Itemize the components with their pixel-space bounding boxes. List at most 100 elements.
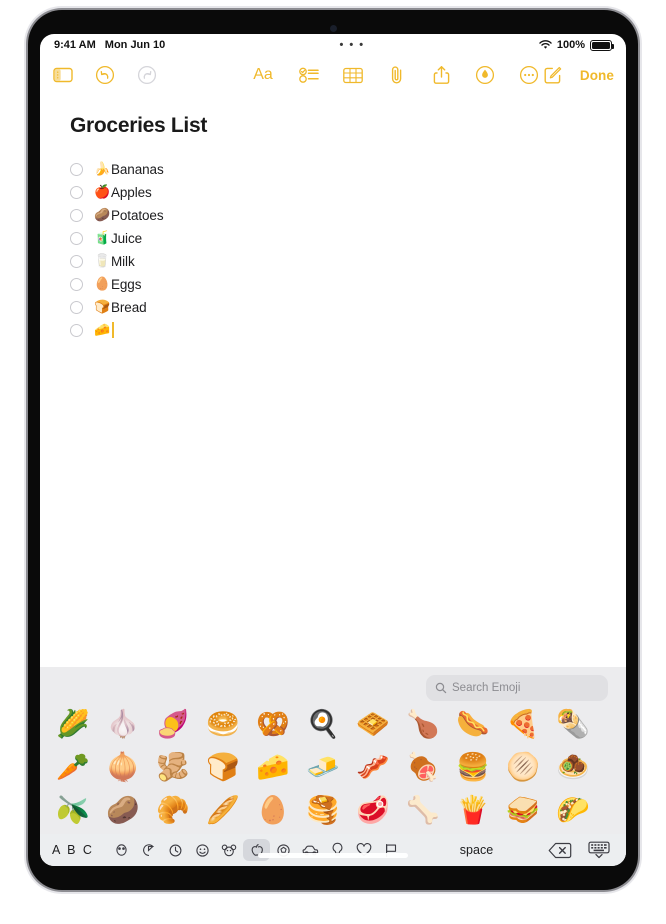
markup-pen-icon[interactable] xyxy=(474,64,496,86)
checklist-checkbox[interactable] xyxy=(70,208,83,222)
redo-icon xyxy=(136,64,158,86)
checklist-item[interactable]: 🧃 Juice xyxy=(70,229,596,247)
emoji-key[interactable]: 🥚 xyxy=(248,789,298,832)
share-icon[interactable] xyxy=(430,64,452,86)
emoji-key[interactable]: 🥨 xyxy=(248,703,298,746)
emoji-key[interactable]: 🍳 xyxy=(298,703,348,746)
done-button[interactable]: Done xyxy=(580,68,614,83)
checklist-checkbox[interactable] xyxy=(70,162,83,176)
potato-emoji: 🥔 xyxy=(94,207,111,222)
category-smileys[interactable] xyxy=(189,839,216,861)
category-recents[interactable] xyxy=(135,839,162,861)
checklist-item[interactable]: 🍌 Bananas xyxy=(70,160,596,178)
emoji-key[interactable]: 🫓 xyxy=(498,746,548,789)
checklist-item-label: Milk xyxy=(111,253,135,269)
emoji-key[interactable]: 🍠 xyxy=(148,703,198,746)
note-body[interactable]: Groceries List 🍌 Bananas 🍎 Apples 🥔 Potatoes 🧃… xyxy=(40,94,626,667)
emoji-key[interactable]: 🌯 xyxy=(548,703,598,746)
emoji-key[interactable]: 🦴 xyxy=(398,789,448,832)
checklist-item[interactable]: 🥔 Potatoes xyxy=(70,206,596,224)
space-key[interactable]: space xyxy=(405,843,548,857)
compose-icon[interactable] xyxy=(542,64,564,86)
checklist-checkbox[interactable] xyxy=(70,300,83,314)
emoji-key[interactable]: 🍖 xyxy=(398,746,448,789)
checklist-checkbox[interactable] xyxy=(70,323,83,337)
checklist-item-label: Bananas xyxy=(111,161,164,177)
checklist-checkbox[interactable] xyxy=(70,231,83,245)
emoji-key[interactable]: 🫒 xyxy=(48,789,98,832)
cheese-wedge-emoji: 🧀 xyxy=(94,322,111,337)
checklist-item-label: Apples xyxy=(111,184,152,200)
more-ellipsis-icon[interactable] xyxy=(518,64,540,86)
checklist: 🍌 Bananas 🍎 Apples 🥔 Potatoes 🧃 Juice 🥛 Milk 🥚 Eggs… xyxy=(70,160,596,339)
checklist-item[interactable]: 🧀 xyxy=(70,321,596,339)
emoji-key[interactable]: 🍕 xyxy=(498,703,548,746)
checklist-item[interactable]: 🥚 Eggs xyxy=(70,275,596,293)
emoji-grid[interactable]: 🌽 🧄 🍠 🥯 🥨 🍳 🧇 🍗 🌭 🍕 🌯 🥕 🧅 🫚 🍞 🧀 🧈 🥓 🍖 🍔 🫓 🧆 🫒 🥔 🥐 🥖 🥚 🥞 🥩 🦴 🍟 🥪 🌮 xyxy=(40,703,626,834)
emoji-key[interactable]: 🥞 xyxy=(298,789,348,832)
emoji-key[interactable]: 🥪 xyxy=(498,789,548,832)
note-toolbar: Aa Done xyxy=(40,56,626,94)
emoji-key[interactable]: 🫚 xyxy=(148,746,198,789)
table-icon[interactable] xyxy=(342,64,364,86)
sidebar-toggle-icon[interactable] xyxy=(52,64,74,86)
emoji-key[interactable]: 🧅 xyxy=(98,746,148,789)
emoji-key[interactable]: 🧇 xyxy=(348,703,398,746)
front-camera xyxy=(329,25,337,32)
battery-icon xyxy=(590,39,614,51)
emoji-key[interactable]: 🥓 xyxy=(348,746,398,789)
status-center-dots: • • • xyxy=(339,39,365,51)
emoji-key[interactable]: 🍗 xyxy=(398,703,448,746)
emoji-search-row: Search Emoji xyxy=(40,667,626,703)
emoji-key[interactable]: 🧈 xyxy=(298,746,348,789)
emoji-key[interactable]: 🌽 xyxy=(48,703,98,746)
emoji-key[interactable]: 🌭 xyxy=(448,703,498,746)
device-bezel: 9:41 AM Mon Jun 10 • • • 100% Aa Done Gr… xyxy=(28,10,638,890)
keyboard-dismiss-icon[interactable] xyxy=(588,841,610,859)
note-title[interactable]: Groceries List xyxy=(70,114,596,138)
status-bar: 9:41 AM Mon Jun 10 • • • 100% xyxy=(40,34,626,56)
checklist-item-label: Juice xyxy=(111,230,143,246)
checklist-item[interactable]: 🍎 Apples xyxy=(70,183,596,201)
emoji-key[interactable]: 🍞 xyxy=(198,746,248,789)
emoji-search-input[interactable]: Search Emoji xyxy=(426,675,608,701)
screen: 9:41 AM Mon Jun 10 • • • 100% Aa Done Gr… xyxy=(40,34,626,866)
checklist-icon[interactable] xyxy=(298,64,320,86)
checklist-item-label: Bread xyxy=(111,299,147,315)
checklist-item-label: Eggs xyxy=(111,276,142,292)
emoji-row: 🌽 🧄 🍠 🥯 🥨 🍳 🧇 🍗 🌭 🍕 🌯 xyxy=(48,703,618,746)
checklist-item[interactable]: 🥛 Milk xyxy=(70,252,596,270)
banana-emoji: 🍌 xyxy=(94,161,111,176)
emoji-key[interactable]: 🍔 xyxy=(448,746,498,789)
abc-key[interactable]: A B C xyxy=(50,843,94,857)
emoji-key[interactable]: 🌮 xyxy=(548,789,598,832)
emoji-key[interactable]: 🧀 xyxy=(248,746,298,789)
emoji-key[interactable]: 🥐 xyxy=(148,789,198,832)
red-apple-emoji: 🍎 xyxy=(94,184,111,199)
emoji-key[interactable]: 🧆 xyxy=(548,746,598,789)
bread-emoji: 🍞 xyxy=(94,299,111,314)
emoji-key[interactable]: 🧄 xyxy=(98,703,148,746)
category-animals[interactable] xyxy=(216,839,243,861)
checklist-checkbox[interactable] xyxy=(70,185,83,199)
emoji-key[interactable]: 🥯 xyxy=(198,703,248,746)
emoji-key[interactable]: 🍟 xyxy=(448,789,498,832)
emoji-key[interactable]: 🥕 xyxy=(48,746,98,789)
paperclip-icon[interactable] xyxy=(386,64,408,86)
emoji-row: 🥕 🧅 🫚 🍞 🧀 🧈 🥓 🍖 🍔 🫓 🧆 xyxy=(48,746,618,789)
checklist-checkbox[interactable] xyxy=(70,254,83,268)
text-format-button[interactable]: Aa xyxy=(250,64,276,86)
category-frequently-used[interactable] xyxy=(108,839,135,861)
battery-percent: 100% xyxy=(556,39,585,51)
category-clock[interactable] xyxy=(162,839,189,861)
emoji-keyboard: Search Emoji 🌽 🧄 🍠 🥯 🥨 🍳 🧇 🍗 🌭 🍕 🌯 🥕 🧅 🫚 🍞 🧀 🧈 🥓 🍖 🍔 🫓 🧆 🫒 🥔 🥐 🥖 🥚… xyxy=(40,667,626,866)
delete-backspace-icon[interactable] xyxy=(548,842,572,859)
emoji-key[interactable]: 🥔 xyxy=(98,789,148,832)
emoji-key[interactable]: 🥩 xyxy=(348,789,398,832)
undo-icon[interactable] xyxy=(94,64,116,86)
checklist-item[interactable]: 🍞 Bread xyxy=(70,298,596,316)
checklist-checkbox[interactable] xyxy=(70,277,83,291)
emoji-key[interactable]: 🥖 xyxy=(198,789,248,832)
checklist-item-label: Potatoes xyxy=(111,207,164,223)
keyboard-bottom-bar: A B C space xyxy=(40,834,626,866)
